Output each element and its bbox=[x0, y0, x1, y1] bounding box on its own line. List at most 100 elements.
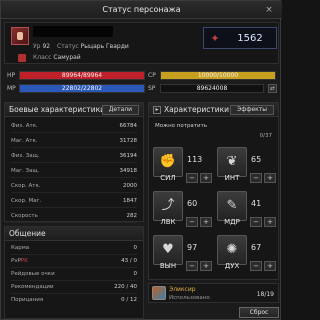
power-icon: ✦ bbox=[210, 32, 220, 45]
combat-stat-name: Физ. Защ. bbox=[11, 153, 40, 159]
status-value: Рыцарь Гварди bbox=[80, 43, 129, 50]
attribute-value: 67 bbox=[251, 243, 262, 252]
hp-label: HP bbox=[7, 72, 16, 79]
resource-bars: HP 89964/89964 MP 22802/22802 CP 10000/1… bbox=[4, 67, 279, 97]
details-button[interactable]: Детали bbox=[101, 105, 139, 115]
cp-value: 10000/10000 bbox=[197, 72, 239, 79]
level-line: Ур 92 bbox=[33, 43, 50, 50]
characteristics-panel: ▸ Характеристики Эффекты Можно потратить… bbox=[148, 102, 279, 280]
general-panel: Общение Карма 0 PvPPK 43 / 0 Рейдовые оч… bbox=[4, 226, 144, 319]
combat-stat-row: Скор. Маг. 1847 bbox=[11, 195, 137, 208]
expand-icon[interactable]: ▸ bbox=[153, 106, 161, 114]
raid-row: Рейдовые очки 0 bbox=[11, 268, 137, 281]
attribute-increase-button[interactable]: + bbox=[264, 261, 276, 271]
status-line: Статус Рыцарь Гварди bbox=[57, 43, 129, 50]
pvp-label: PvPPK bbox=[11, 255, 28, 268]
combat-stat-value: 1847 bbox=[123, 198, 137, 204]
combat-stat-row: Скор. Атк. 2000 bbox=[11, 180, 137, 193]
boot-icon: ⤴ bbox=[153, 191, 183, 221]
cp-label: CP bbox=[148, 72, 156, 79]
attribute-decrease-button[interactable]: − bbox=[250, 173, 262, 183]
combat-stat-row: Физ. Атк. 66784 bbox=[11, 120, 137, 133]
combat-stat-name: Физ. Атк. bbox=[11, 123, 38, 129]
sp-link-icon[interactable]: ⇄ bbox=[268, 84, 277, 93]
attribute-cell: ❦ ИНТ 65 − + bbox=[217, 147, 277, 187]
pk-label: PK bbox=[20, 258, 28, 264]
general-header: Общение bbox=[5, 227, 143, 241]
window-title: Статус персонажа bbox=[1, 1, 282, 19]
attribute-cell: ✎ МДР 41 − + bbox=[217, 191, 277, 231]
reset-button[interactable]: Сброс bbox=[239, 307, 279, 318]
attribute-name: ЛВК bbox=[160, 218, 176, 226]
attribute-decrease-button[interactable]: − bbox=[186, 217, 198, 227]
close-icon[interactable]: × bbox=[263, 4, 275, 16]
censure-row: Порицания 0 / 12 bbox=[11, 294, 137, 307]
raid-value: 0 bbox=[133, 271, 138, 277]
attribute-decrease-button[interactable]: − bbox=[250, 261, 262, 271]
class-value: Самурай bbox=[53, 54, 81, 61]
sp-label: SP bbox=[148, 85, 156, 92]
attribute-increase-button[interactable]: + bbox=[264, 173, 276, 183]
combat-stat-value: 36194 bbox=[119, 153, 138, 159]
sp-value: 89624008 bbox=[196, 85, 228, 92]
combat-stat-value: 31728 bbox=[119, 138, 138, 144]
attribute-increase-button[interactable]: + bbox=[200, 173, 212, 183]
pvp-value: 43 / 0 bbox=[121, 258, 137, 264]
hp-row: HP 89964/89964 bbox=[7, 71, 147, 81]
attribute-value: 113 bbox=[187, 155, 203, 164]
combat-stats-title: Боевые характеристики bbox=[9, 105, 105, 114]
class-line: Класс Самурай bbox=[33, 54, 81, 61]
attribute-value: 97 bbox=[187, 243, 198, 252]
attribute-value: 41 bbox=[251, 199, 262, 208]
combat-stat-row: Скорость 282 bbox=[11, 210, 137, 223]
level-value: 92 bbox=[42, 43, 51, 50]
cp-row: CP 10000/10000 bbox=[148, 71, 278, 81]
attribute-increase-button[interactable]: + bbox=[200, 261, 212, 271]
cp-bar: 10000/10000 bbox=[160, 71, 276, 80]
combat-stat-name: Скорость bbox=[11, 213, 38, 219]
hp-value: 89964/89964 bbox=[61, 72, 103, 79]
character-header: Ур 92 Статус Рыцарь Гварди Класс Самурай ✦… bbox=[4, 22, 279, 64]
attribute-name: ДУХ bbox=[224, 262, 240, 270]
attribute-name: СИЛ bbox=[160, 174, 176, 182]
spirit-icon: ✺ bbox=[217, 235, 247, 265]
attribute-decrease-button[interactable]: − bbox=[250, 217, 262, 227]
combat-stats-header: Боевые характеристики Детали bbox=[5, 103, 143, 117]
can-spend-label: Можно потратить bbox=[155, 123, 208, 129]
combat-stat-value: 282 bbox=[126, 213, 138, 219]
recommendations-value: 220 / 40 bbox=[114, 284, 137, 290]
attribute-value: 65 bbox=[251, 155, 262, 164]
attribute-name: МДР bbox=[224, 218, 240, 226]
attribute-cell: ♥ ВЫН 97 − + bbox=[153, 235, 213, 275]
effects-button[interactable]: Эффекты bbox=[230, 105, 274, 115]
censure-value: 0 / 12 bbox=[121, 297, 137, 303]
characteristics-header: ▸ Характеристики Эффекты bbox=[149, 103, 278, 117]
combat-power: ✦ 1562 bbox=[203, 27, 277, 49]
points-value: 0/37 bbox=[259, 133, 272, 139]
attribute-decrease-button[interactable]: − bbox=[186, 173, 198, 183]
elixir-row: Эликсир Использовано 18/19 bbox=[148, 283, 279, 303]
attribute-cell: ✊ СИЛ 113 − + bbox=[153, 147, 213, 187]
mp-label: MP bbox=[7, 85, 16, 92]
fist-icon: ✊ bbox=[153, 147, 183, 177]
combat-stat-value: 66784 bbox=[119, 123, 138, 129]
book-icon: ❦ bbox=[217, 147, 247, 177]
attribute-cell: ✺ ДУХ 67 − + bbox=[217, 235, 277, 275]
class-label: Класс bbox=[33, 54, 52, 61]
combat-stat-name: Скор. Атк. bbox=[11, 183, 41, 189]
scroll-icon: ✎ bbox=[217, 191, 247, 221]
attribute-increase-button[interactable]: + bbox=[200, 217, 212, 227]
elixir-name: Эликсир bbox=[169, 286, 196, 293]
power-value: 1562 bbox=[237, 33, 263, 44]
attribute-name: ВЫН bbox=[159, 262, 177, 270]
combat-stat-value: 2000 bbox=[123, 183, 137, 189]
combat-stat-row: Физ. Защ. 36194 bbox=[11, 150, 137, 163]
elixir-icon[interactable] bbox=[152, 286, 166, 300]
attribute-increase-button[interactable]: + bbox=[264, 217, 276, 227]
level-label: Ур bbox=[33, 43, 41, 50]
raid-label: Рейдовые очки bbox=[11, 271, 55, 277]
combat-stat-row: Маг. Атк. 31728 bbox=[11, 135, 137, 148]
attribute-decrease-button[interactable]: − bbox=[186, 261, 198, 271]
combat-stat-row: Маг. Защ. 34918 bbox=[11, 165, 137, 178]
character-status-window: Статус персонажа × Ур 92 Статус Рыцарь Гв… bbox=[0, 0, 282, 320]
